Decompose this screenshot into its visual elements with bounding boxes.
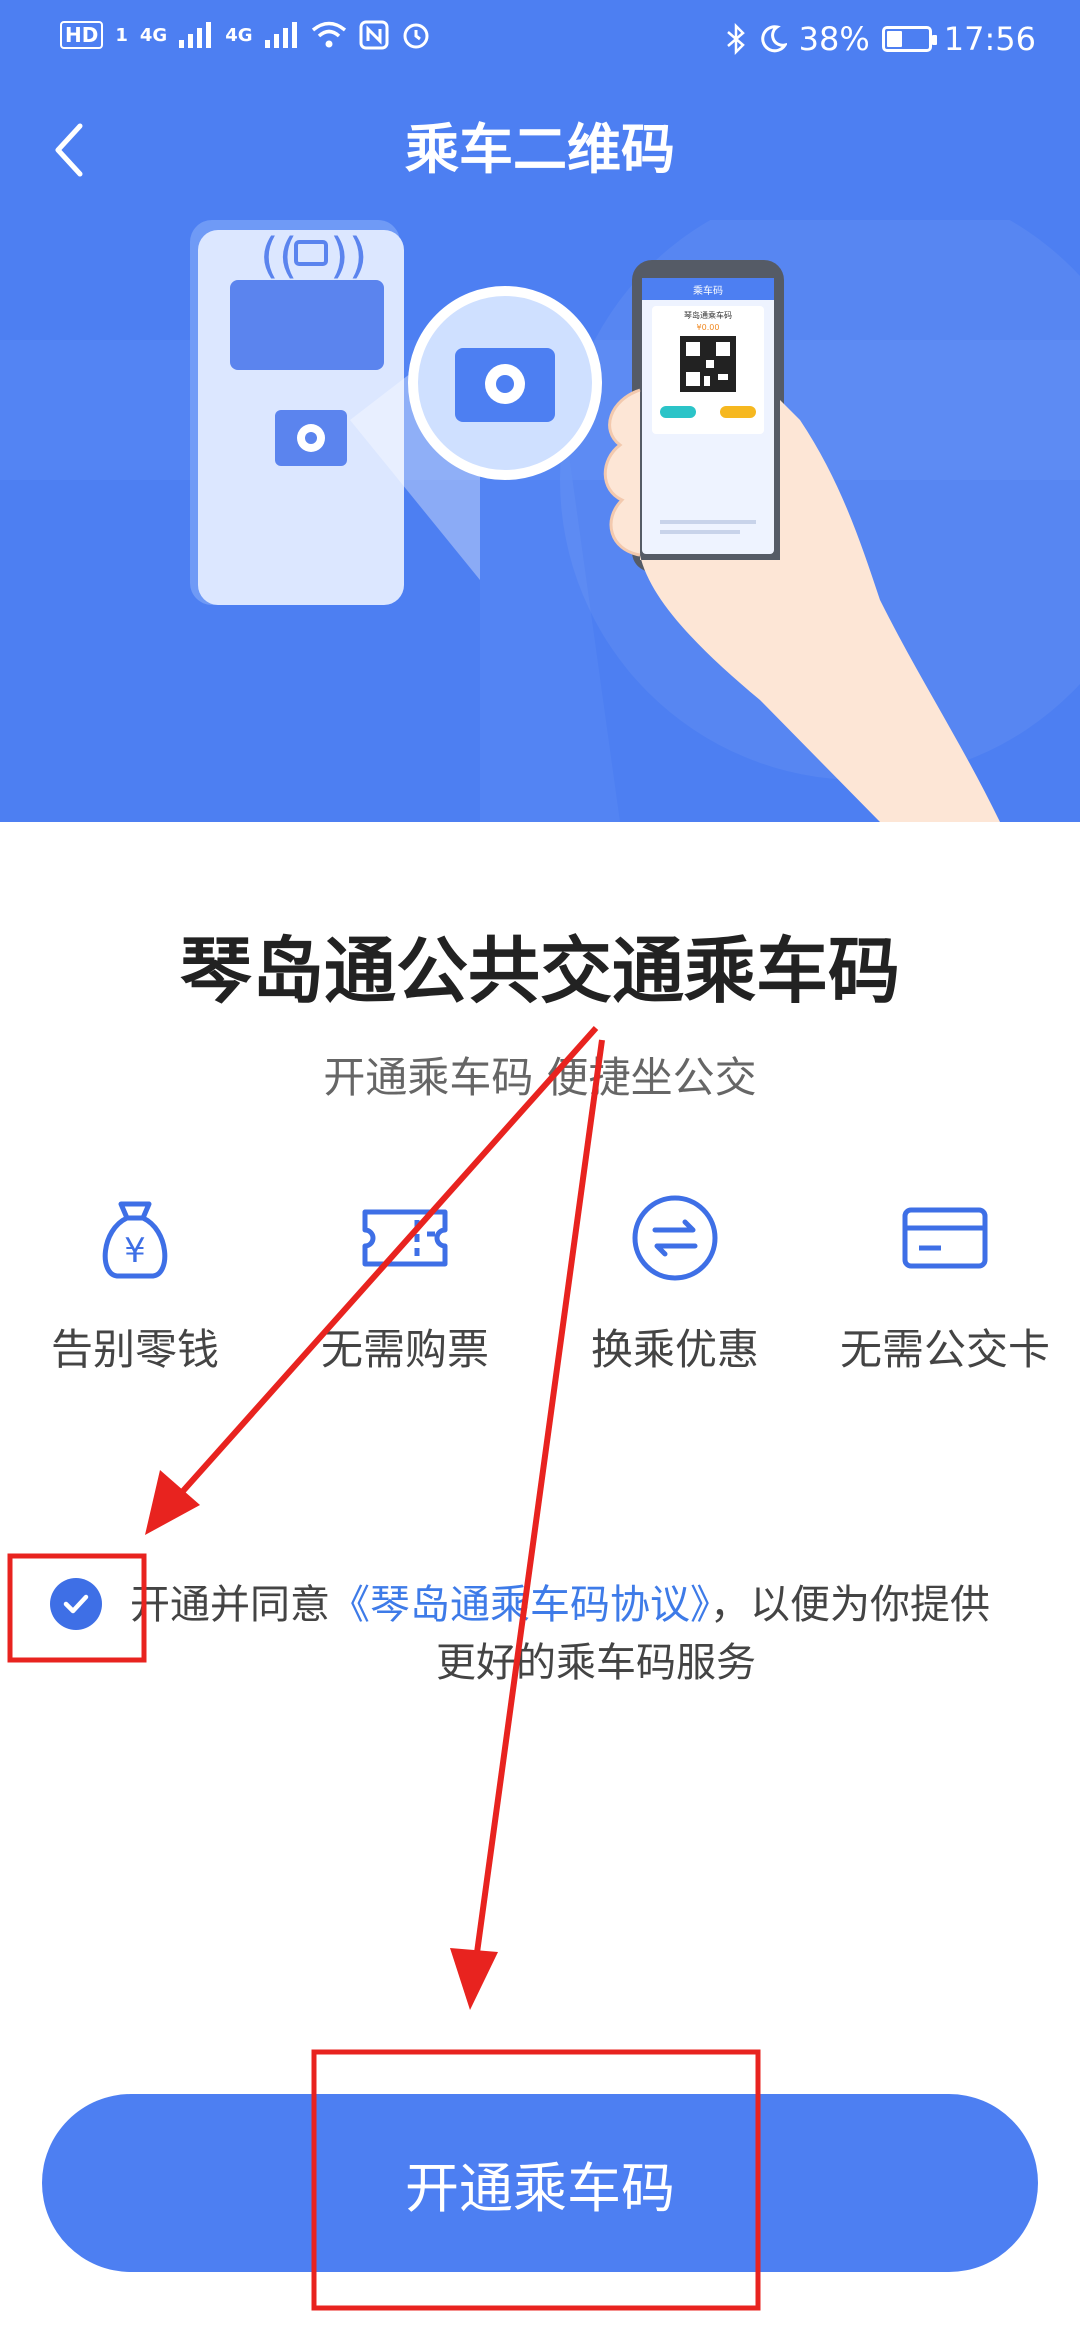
- card-icon: [902, 1207, 988, 1269]
- battery-icon: [881, 26, 937, 52]
- agreement-text: 开通并同意《琴岛通乘车码协议》，以便为你提供 更好的乘车码服务: [130, 1576, 1060, 1692]
- alarm-icon: [403, 23, 428, 49]
- activate-code-button[interactable]: 开通乘车码: [42, 2094, 1038, 2272]
- status-right: 38% 17:56: [725, 20, 1036, 58]
- main-subtitle: 开通乘车码 便捷坐公交: [323, 1053, 757, 1102]
- nav-bar: 乘车二维码: [0, 90, 1080, 210]
- agreement-line2: 更好的乘车码服务: [436, 1640, 756, 1686]
- status-left: HD 1 4G 4G: [60, 20, 431, 50]
- network-type-1: 4G: [139, 24, 168, 46]
- phone-amount: ¥0.00: [697, 323, 720, 332]
- agreement-checkbox[interactable]: [50, 1578, 102, 1630]
- main-title: 琴岛通公共交通乘车码: [179, 929, 900, 1013]
- feature-label: 换乘优惠: [590, 1325, 759, 1374]
- agreement-suffix: ，以便为你提供: [710, 1582, 990, 1628]
- page-title: 乘车二维码: [405, 118, 675, 181]
- feature-label: 无需公交卡: [839, 1325, 1050, 1374]
- clock: 17:56: [943, 20, 1036, 58]
- battery-level: [886, 31, 902, 47]
- feature-item: 无需公交卡: [810, 1190, 1080, 1377]
- ticket-icon: [362, 1209, 448, 1267]
- agreement-row: 开通并同意《琴岛通乘车码协议》，以便为你提供 更好的乘车码服务: [0, 1560, 1080, 1720]
- signal-icon-2: [264, 22, 297, 48]
- phone-screen-title: 乘车码: [693, 284, 723, 297]
- status-bar: HD 1 4G 4G 38% 17:56: [0, 0, 1080, 80]
- feature-label: 告别零钱: [50, 1325, 219, 1374]
- transfer-icon: [632, 1195, 718, 1281]
- svg-text:((: ((: [260, 228, 297, 284]
- svg-text:¥: ¥: [124, 1231, 146, 1271]
- annotation-arrow-to-button: [450, 1039, 605, 2010]
- wifi-icon: [311, 21, 346, 48]
- network-type-2: 4G: [225, 24, 253, 46]
- feature-item: 换乘优惠: [540, 1190, 810, 1377]
- battery-percent: 38%: [798, 20, 870, 58]
- money-bag-icon: ¥: [102, 1201, 168, 1279]
- hero-banner: HD 1 4G 4G 38% 17:56 乘车二维码 (()) 乘车码 琴岛通…: [0, 0, 1080, 822]
- sim-slot-label: 1: [115, 24, 128, 46]
- hd-badge: HD: [60, 21, 104, 49]
- bluetooth-icon: [726, 23, 745, 55]
- agreement-prefix: 开通并同意: [130, 1582, 330, 1628]
- phone-card-title: 琴岛通乘车码: [684, 310, 732, 320]
- checkmark-icon: [63, 1594, 89, 1614]
- agreement-link[interactable]: 《琴岛通乘车码协议》: [330, 1582, 710, 1628]
- signal-icon: [179, 22, 212, 48]
- feature-item: ¥ 告别零钱: [0, 1190, 270, 1377]
- feature-item: 无需购票: [270, 1190, 540, 1377]
- scan-illustration: (( )) 乘车码 琴岛通乘车码 ¥0.00: [0, 220, 1080, 822]
- svg-text:)): )): [330, 228, 367, 284]
- feature-list: ¥ 告别零钱 无需购票 换乘优惠 无需公交卡: [0, 1190, 1080, 1390]
- nfc-icon: [359, 20, 388, 50]
- moon-icon: [760, 25, 787, 53]
- feature-label: 无需购票: [320, 1325, 489, 1374]
